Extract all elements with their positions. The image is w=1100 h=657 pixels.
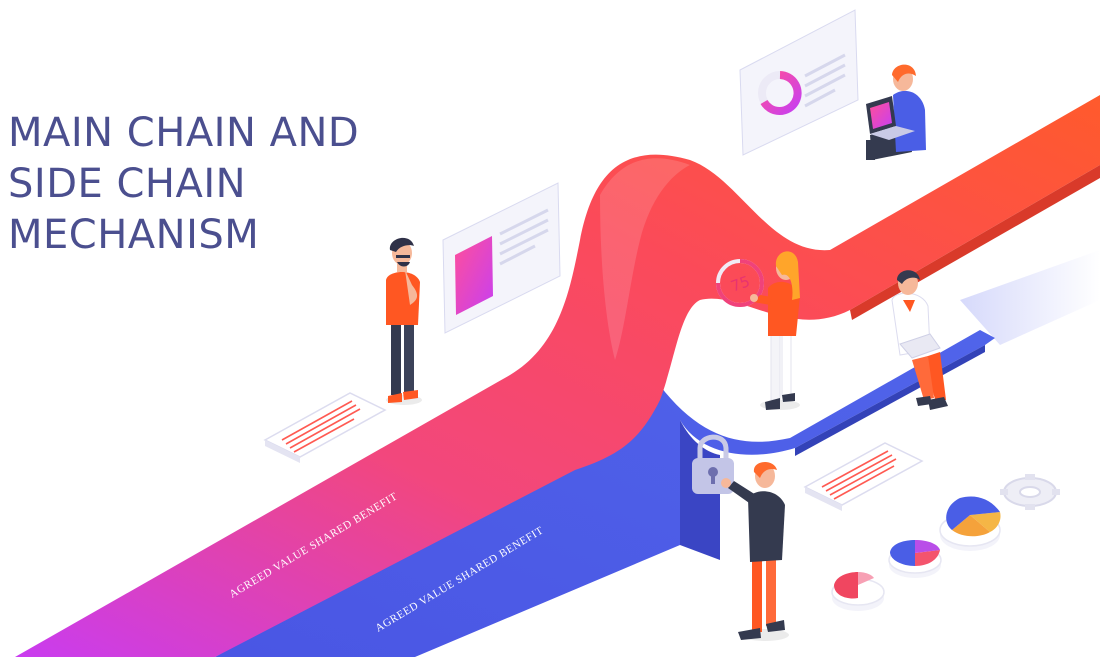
person-unlocking [721, 461, 789, 641]
person-standing-thinking [386, 237, 422, 405]
dashboard-panel-left [442, 182, 561, 334]
person-with-laptop-top [866, 64, 926, 160]
floor-card-left [263, 392, 387, 463]
pie-chart-icon-small [831, 572, 885, 611]
pie-chart-icon-large [939, 496, 1001, 551]
illustration: AGREED VALUE SHARED BENEFIT AGREED VALUE… [15, 9, 1100, 657]
gear-icon [1000, 474, 1060, 510]
pie-chart-icon-medium [888, 540, 942, 578]
dashboard-panel-top [739, 9, 859, 156]
floor-card-right [803, 442, 924, 511]
